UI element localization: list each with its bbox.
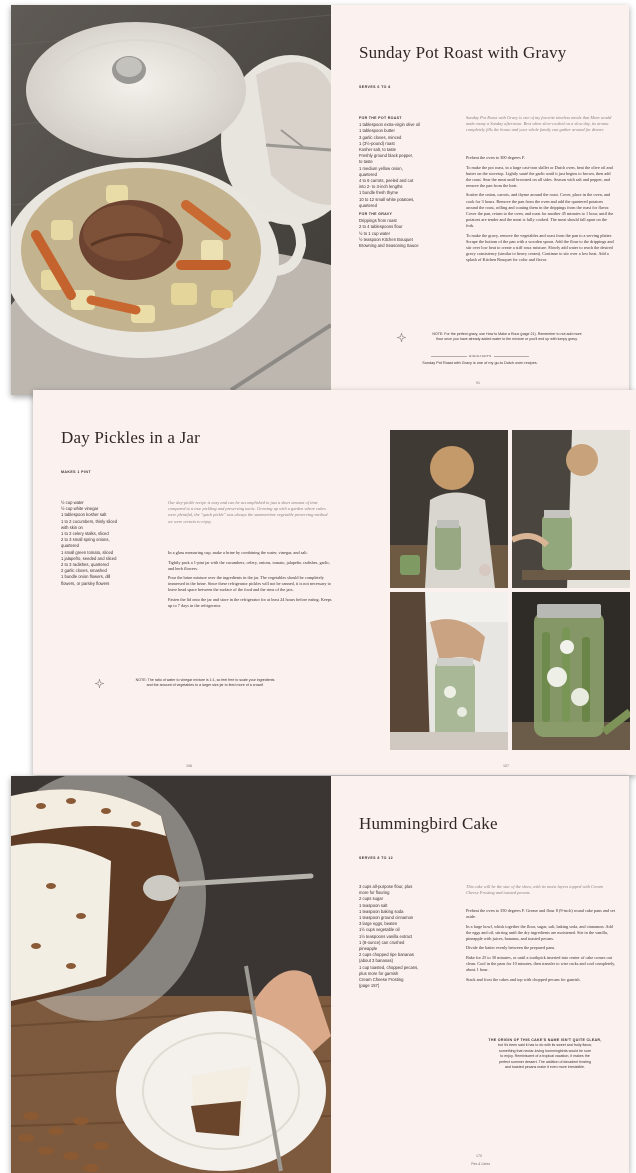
finished-pickle-jar-illustration [512, 592, 630, 750]
ingredient-item: (page 157) [359, 983, 380, 989]
ingredient-item: quartered [359, 202, 377, 208]
hummingbird-cake-recipe-page: Hummingbird Cake SERVES 8 TO 12 3 cups a… [331, 776, 629, 1173]
recipe-title: Hummingbird Cake [359, 814, 498, 833]
recipe-title: Day Pickles in a Jar [61, 428, 201, 447]
page-number: 91 [476, 381, 480, 385]
recipe-note: NOTE: The ratio of water to vinegar mixt… [105, 678, 305, 689]
recipe-step: Fasten the lid onto the jar and store in… [168, 597, 332, 609]
recipe-steps: Preheat the oven to 300 degrees F. To ma… [466, 155, 616, 267]
recipe-yield: SERVES 8 TO 12 [359, 856, 394, 860]
recipe-title: Sunday Pot Roast with Gravy [359, 43, 567, 62]
pickles-photo-3 [390, 592, 508, 750]
note-line: and toasted pecans make it even more irr… [504, 1065, 586, 1070]
page-number: 106 [186, 764, 192, 768]
cake-name-origin-note: THE ORIGIN OF THIS CAKE'S NAME ISN'T QUI… [471, 1038, 619, 1070]
recipe-steps: In a glass measuring cup, make a brine b… [168, 550, 333, 613]
recipe-step: In a large bowl, whisk together the flou… [466, 923, 613, 941]
recipe-intro: This cake will be the star of the show, … [466, 884, 603, 896]
child-slicing-cucumbers-illustration [390, 430, 508, 588]
section-name: Pies & Cakes [471, 1162, 491, 1166]
recipe-steps: Preheat the oven to 350 degrees F. Greas… [466, 908, 616, 986]
filling-jar-illustration [512, 430, 630, 588]
recipe-step: To make the pot roast, in a large cast-i… [466, 164, 613, 188]
pot-roast-photo [11, 5, 331, 395]
ingredient-item: flowers, or parsley flowers [61, 580, 110, 586]
pickles-recipe-page: Day Pickles in a Jar MAKES 1 PINT ½ cup … [33, 390, 383, 775]
recipe-yield: MAKES 1 PINT [61, 470, 91, 474]
recipe-step: Preheat the oven to 300 degrees F. [466, 155, 525, 160]
pouring-brine-illustration [390, 592, 508, 750]
recipe-yield: SERVES 6 TO 8 [359, 85, 391, 89]
ingredients-list: ½ cup water ½ cup white vinegar 1 tables… [61, 500, 151, 587]
recipe-step: Tightly pack a 1-pint jar with the cucum… [168, 559, 331, 571]
pickles-photo-1 [390, 430, 508, 588]
photo-caption: Sunday Pot Roast with Gravy is one of my… [422, 361, 538, 365]
ingredients-list: FOR THE POT ROAST 1 tablespoon extra-vir… [359, 115, 441, 249]
recipe-step: Pour the brine mixture over the ingredie… [168, 575, 331, 593]
recipe-step: Divide the batter evenly between the pre… [466, 945, 556, 951]
hummingbird-cake-spread: Hummingbird Cake SERVES 8 TO 12 3 cups a… [11, 776, 629, 1173]
page-number: 170 [476, 1154, 482, 1158]
ingredients-list: 3 cups all-purpose flour, plus more for … [359, 884, 444, 989]
note-heading-text: THE ORIGIN OF THIS CAKE'S NAME ISN'T QUI… [488, 1038, 602, 1042]
recipe-step: In a glass measuring cup, make a brine b… [168, 550, 308, 555]
highlights-label: HIGHLIGHTS [467, 354, 494, 358]
compass-icon [397, 333, 406, 342]
pickles-photo-4 [512, 592, 630, 750]
recipe-step: Preheat the oven to 350 degrees F. Greas… [466, 908, 615, 920]
pickles-spread: Day Pickles in a Jar MAKES 1 PINT ½ cup … [33, 390, 636, 775]
pot-roast-spread: Sunday Pot Roast with Gravy SERVES 6 TO … [11, 5, 629, 395]
pot-roast-illustration [11, 5, 331, 395]
recipe-step: Stack and frost the cakes and top with c… [466, 976, 581, 982]
ingredient-section-heading: FOR THE GRAVY [359, 212, 393, 217]
note-line: and the amount of vegetables to a larger… [146, 683, 264, 688]
recipe-note: NOTE: For the perfect gravy, use How to … [407, 332, 607, 343]
compass-icon [95, 679, 104, 688]
pickles-photo-page: 107 [383, 390, 636, 775]
cake-illustration [11, 776, 331, 1173]
recipe-step: Bake for 25 to 30 minutes, or until a to… [466, 955, 616, 973]
pickles-photo-2 [512, 430, 630, 588]
hummingbird-cake-photo [11, 776, 331, 1173]
recipe-intro: Our day-pickle recipe is easy and can be… [168, 500, 328, 524]
ingredient-item: Browning and Seasoning Sauce [359, 243, 419, 249]
pot-roast-recipe-page: Sunday Pot Roast with Gravy SERVES 6 TO … [331, 5, 629, 395]
page-number: 107 [503, 764, 509, 768]
note-line: flour once you have already added water … [436, 337, 578, 342]
recipe-step: To make the gravy, remove the vegetables… [466, 232, 614, 262]
recipe-step: Scatter the onion, carrots, and thyme ar… [466, 192, 614, 228]
recipe-intro: Sunday Pot Roast with Gravy is one of my… [466, 115, 612, 133]
ingredient-section-heading: FOR THE POT ROAST [359, 116, 402, 120]
